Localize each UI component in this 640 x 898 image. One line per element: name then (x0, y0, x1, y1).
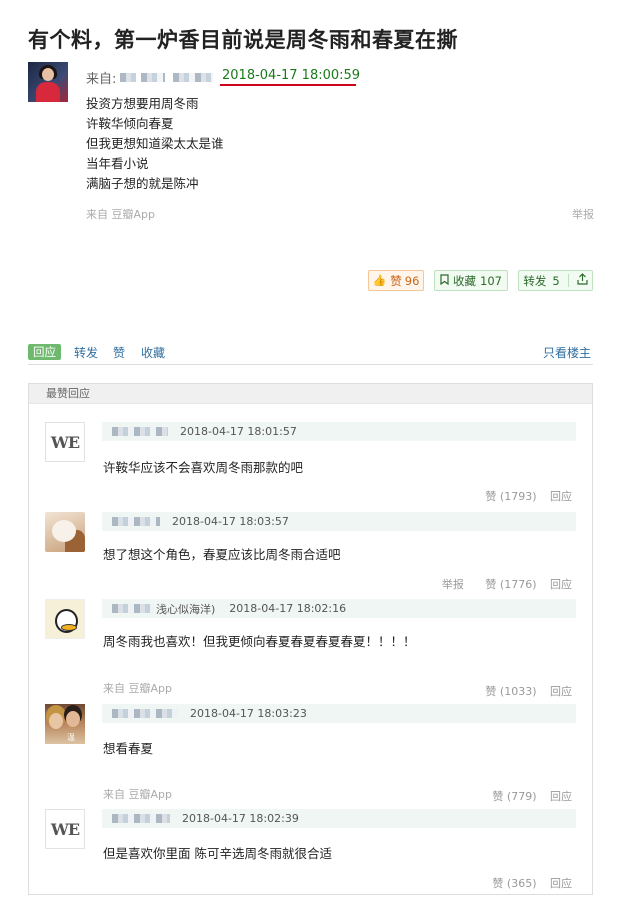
reply-reply-link[interactable]: 回应 (550, 578, 572, 591)
top-replies-panel: 最赞回应 WE 2018-04-17 18:01:57 许鞍华应该不会喜欢周冬雨… (28, 383, 593, 895)
tab-forward[interactable]: 转发 (74, 344, 98, 361)
collect-count: 107 (480, 273, 502, 288)
reply-report-link[interactable]: 举报 (442, 578, 464, 591)
username-blurred[interactable] (112, 604, 154, 613)
reply-content: 许鞍华应该不会喜欢周冬雨那款的吧 (103, 460, 304, 475)
reply-meta: 浅心似海洋) 2018-04-17 18:02:16 (102, 599, 576, 618)
post-source: 来自 豆瓣App (86, 208, 155, 221)
reply-like-count[interactable]: 赞 (365) (492, 877, 536, 890)
like-label: 赞 (390, 273, 402, 288)
share-count: 5 (552, 273, 560, 288)
reply-time: 2018-04-17 18:01:57 (180, 425, 297, 438)
we-logo-icon: WE (50, 819, 80, 839)
username-blurred[interactable] (112, 709, 178, 718)
share-icon[interactable] (577, 273, 588, 288)
reply-reply-link[interactable]: 回应 (550, 877, 572, 890)
username-blurred[interactable] (112, 814, 170, 823)
action-tabs: 回应 转发 赞 收藏 只看楼主 (28, 343, 593, 361)
reply-content: 但是喜欢你里面 陈可辛选周冬雨就很合适 (103, 846, 332, 861)
reply-actions: 举报 赞 (1776) 回应 (432, 576, 572, 592)
reply-content: 想了想这个角色，春夏应该比周冬雨合适吧 (103, 547, 341, 562)
author-name-blurred-2 (141, 73, 166, 82)
reply-content: 想看春夏 (103, 741, 154, 756)
reply-time: 2018-04-17 18:02:39 (182, 812, 299, 825)
from-label: 来自: (86, 72, 117, 87)
reply-time: 2018-04-17 18:03:23 (190, 707, 307, 720)
avatar[interactable] (45, 512, 85, 552)
reply-meta: 2018-04-17 18:03:23 (102, 704, 576, 723)
avatar[interactable]: WE (45, 422, 85, 462)
avatar[interactable] (45, 599, 85, 639)
reply-time: 2018-04-17 18:02:16 (229, 602, 347, 615)
top-replies-header: 最赞回应 (29, 384, 592, 404)
author-avatar[interactable] (28, 62, 68, 102)
avatar[interactable]: WE (45, 809, 85, 849)
we-logo-icon: WE (50, 432, 80, 452)
username-blurred[interactable] (112, 427, 168, 436)
reply-like-count[interactable]: 赞 (779) (492, 790, 536, 803)
reply-reply-link[interactable]: 回应 (550, 790, 572, 803)
reply-source: 来自 豆瓣App (103, 788, 172, 801)
reply-actions: 赞 (1033) 回应 (475, 683, 572, 699)
collect-label: 收藏 (453, 273, 477, 288)
tab-collect[interactable]: 收藏 (141, 344, 165, 361)
reply-actions: 赞 (779) 回应 (482, 788, 572, 804)
post-line: 满脑子想的就是陈冲 (86, 176, 199, 191)
reply-meta: 2018-04-17 18:02:39 (102, 809, 576, 828)
bookmark-icon (440, 273, 449, 288)
reply-time: 2018-04-17 18:03:57 (172, 515, 289, 528)
author-name-blurred[interactable] (120, 73, 137, 82)
post-line: 投资方想要用周冬雨 (86, 96, 199, 111)
reply-like-count[interactable]: 赞 (1776) (485, 578, 536, 591)
reply-like-count[interactable]: 赞 (1793) (485, 490, 536, 503)
post-title: 有个料，第一炉香目前说是周冬雨和春夏在撕 (28, 28, 458, 52)
reply-like-count[interactable]: 赞 (1033) (485, 685, 536, 698)
post-line: 但我更想知道梁太太是谁 (86, 136, 224, 151)
avatar[interactable]: 温 (45, 704, 85, 744)
share-button[interactable]: 转发 5 (518, 270, 593, 291)
publish-time: 2018-04-17 18:00:59 (222, 68, 361, 83)
reply-reply-link[interactable]: 回应 (550, 490, 572, 503)
post-body: 投资方想要用周冬雨 许鞍华倾向春夏 但我更想知道梁太太是谁 当年看小说 满脑子想… (86, 94, 224, 194)
collect-button[interactable]: 收藏 107 (434, 270, 508, 291)
post-line: 当年看小说 (86, 156, 149, 171)
reply-source: 来自 豆瓣App (103, 682, 172, 695)
tabs-divider (28, 364, 593, 365)
author-row: 来自: (86, 68, 214, 87)
thumbs-up-icon: 👍 (372, 274, 387, 287)
report-link[interactable]: 举报 (572, 206, 594, 222)
tab-reply[interactable]: 回应 (28, 344, 61, 360)
author-name-blurred-3 (173, 73, 214, 82)
highlight-underline (220, 84, 356, 86)
username-blurred[interactable] (112, 517, 160, 526)
share-label: 转发 (523, 273, 547, 288)
reply-actions: 赞 (1793) 回应 (475, 488, 572, 504)
reply-reply-link[interactable]: 回应 (550, 685, 572, 698)
like-count: 96 (404, 273, 420, 288)
post-line: 许鞍华倾向春夏 (86, 116, 174, 131)
reply-content: 周冬雨我也喜欢！但我更倾向春夏春夏春夏春夏！！！！ (103, 634, 416, 649)
username-visible[interactable]: 浅心似海洋) (156, 601, 215, 617)
reply-meta: 2018-04-17 18:03:57 (102, 512, 576, 531)
tab-praise[interactable]: 赞 (113, 344, 125, 361)
like-button[interactable]: 👍 赞 96 (368, 270, 424, 291)
host-only-link[interactable]: 只看楼主 (543, 344, 591, 361)
reply-meta: 2018-04-17 18:01:57 (102, 422, 576, 441)
reply-actions: 赞 (365) 回应 (482, 875, 572, 891)
